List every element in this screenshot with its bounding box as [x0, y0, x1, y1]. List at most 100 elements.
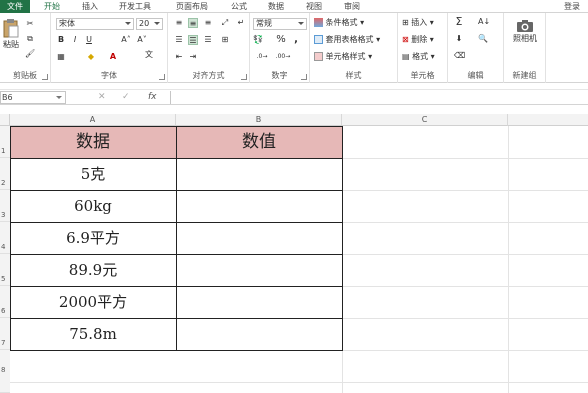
- tab-insert[interactable]: 插入: [82, 0, 98, 13]
- decrease-decimal-icon[interactable]: .00→: [274, 52, 292, 62]
- row-header-7[interactable]: 7: [0, 318, 10, 350]
- conditional-format-button[interactable]: 条件格式 ▾: [314, 17, 364, 28]
- camera-button[interactable]: 照相机: [506, 19, 544, 44]
- align-right-icon[interactable]: ☰: [203, 35, 213, 45]
- borders-icon[interactable]: ▦: [56, 52, 66, 62]
- group-number: 常规 💱 % , .0→ .00→ 数字: [250, 13, 310, 83]
- fill-icon[interactable]: ⬇: [454, 34, 464, 44]
- cancel-icon[interactable]: ✕: [98, 92, 106, 102]
- paste-button[interactable]: 粘贴: [1, 19, 21, 61]
- bold-icon[interactable]: B: [56, 35, 66, 45]
- format-as-table-label: 套用表格格式: [325, 35, 374, 44]
- clear-icon[interactable]: ⌫: [454, 51, 465, 61]
- select-all-corner[interactable]: [0, 114, 10, 126]
- cell-b2[interactable]: [176, 158, 342, 190]
- format-painter-icon[interactable]: 🖌: [25, 49, 35, 59]
- group-font: 宋体 20 B I U A˄ A˅ ▦ ◆ A 文 字体: [51, 13, 168, 83]
- conditional-format-label: 条件格式: [325, 18, 358, 27]
- orientation-icon[interactable]: ⤢: [220, 18, 230, 28]
- increase-font-icon[interactable]: A˄: [121, 35, 131, 45]
- cell-b3[interactable]: [176, 190, 342, 222]
- cell-b7[interactable]: [176, 318, 342, 350]
- comma-button[interactable]: ,: [291, 35, 301, 45]
- font-size-select[interactable]: 20: [136, 18, 163, 30]
- delete-cells-button[interactable]: ⊠ 删除 ▾: [402, 34, 434, 45]
- decrease-font-icon[interactable]: A˅: [137, 35, 147, 45]
- row-header-8[interactable]: 8: [0, 350, 10, 393]
- row-header-1[interactable]: 1: [0, 126, 10, 158]
- sort-filter-icon[interactable]: A↓: [478, 17, 490, 27]
- header-cell-data[interactable]: 数据: [10, 126, 176, 158]
- tab-file[interactable]: 文件: [0, 0, 30, 13]
- insert-function-button[interactable]: fx: [148, 92, 157, 102]
- merge-center-icon[interactable]: ⊞: [220, 35, 230, 45]
- font-color-icon[interactable]: A: [108, 52, 118, 62]
- font-name-select[interactable]: 宋体: [56, 18, 134, 30]
- new-group-label: 新建组: [512, 71, 537, 80]
- editing-group-label: 编辑: [467, 71, 484, 80]
- increase-indent-icon[interactable]: ⇥: [188, 52, 198, 62]
- row-header-6[interactable]: 6: [0, 286, 10, 318]
- number-format-select[interactable]: 常规: [253, 18, 307, 30]
- cell-b4[interactable]: [176, 222, 342, 254]
- autosum-icon[interactable]: Σ: [454, 16, 464, 27]
- row-header-4[interactable]: 4: [0, 222, 10, 254]
- column-header-c[interactable]: C: [342, 114, 508, 126]
- clipboard-launcher-icon[interactable]: [42, 74, 48, 80]
- cell-a3[interactable]: 60kg: [10, 190, 176, 222]
- percent-button[interactable]: %: [276, 35, 286, 45]
- row-header-2[interactable]: 2: [0, 158, 10, 190]
- align-bottom-icon[interactable]: ≡: [203, 18, 213, 28]
- cell-a7[interactable]: 75.8m: [10, 318, 176, 350]
- insert-cells-button[interactable]: ⊞ 插入 ▾: [402, 17, 434, 28]
- tab-home[interactable]: 开始: [44, 0, 60, 13]
- align-left-icon[interactable]: ☰: [174, 35, 184, 45]
- number-launcher-icon[interactable]: [301, 74, 307, 80]
- name-box[interactable]: B6: [0, 91, 66, 104]
- cell-b6[interactable]: [176, 286, 342, 318]
- cell-b5[interactable]: [176, 254, 342, 286]
- header-cell-value[interactable]: 数值: [176, 126, 342, 158]
- delete-cells-icon: ⊠: [402, 35, 409, 44]
- cut-icon[interactable]: ✂: [25, 19, 35, 29]
- currency-icon[interactable]: 💱: [253, 35, 263, 45]
- wrap-text-icon[interactable]: ↵: [236, 18, 246, 28]
- row-header-3[interactable]: 3: [0, 190, 10, 222]
- align-top-icon[interactable]: ≡: [174, 18, 184, 28]
- align-center-icon[interactable]: ☰: [188, 35, 198, 45]
- format-as-table-button[interactable]: 套用表格格式 ▾: [314, 34, 380, 45]
- formula-input[interactable]: [170, 91, 588, 104]
- tab-developer[interactable]: 开发工具: [119, 0, 151, 13]
- find-select-icon[interactable]: 🔍: [478, 34, 488, 44]
- tab-data[interactable]: 数据: [268, 0, 284, 13]
- cell-a4[interactable]: 6.9平方: [10, 222, 176, 254]
- ribbon: 粘贴 ✂ ⧉ 🖌 剪贴板 宋体 20 B I U A˄ A˅ ▦ ◆ A 文 字…: [0, 13, 588, 83]
- fill-color-icon[interactable]: ◆: [86, 52, 96, 62]
- tab-view[interactable]: 视图: [306, 0, 322, 13]
- enter-icon[interactable]: ✓: [122, 92, 130, 102]
- alignment-launcher-icon[interactable]: [241, 74, 247, 80]
- cell-a5[interactable]: 89.9元: [10, 254, 176, 286]
- underline-icon[interactable]: U: [84, 35, 94, 45]
- decrease-indent-icon[interactable]: ⇤: [174, 52, 184, 62]
- copy-icon[interactable]: ⧉: [25, 34, 35, 44]
- column-header-a[interactable]: A: [10, 114, 176, 126]
- increase-decimal-icon[interactable]: .0→: [253, 52, 271, 62]
- column-header-d[interactable]: [508, 114, 588, 126]
- format-cells-button[interactable]: ▤ 格式 ▾: [402, 51, 435, 62]
- align-middle-icon[interactable]: ≡: [188, 18, 198, 28]
- tab-review[interactable]: 审阅: [344, 0, 360, 13]
- cell-a6[interactable]: 2000平方: [10, 286, 176, 318]
- column-header-b[interactable]: B: [176, 114, 342, 126]
- tab-formulas[interactable]: 公式: [231, 0, 247, 13]
- phonetic-icon[interactable]: 文: [144, 50, 154, 60]
- cell-a2[interactable]: 5克: [10, 158, 176, 190]
- cell-styles-button[interactable]: 单元格样式 ▾: [314, 51, 372, 62]
- font-launcher-icon[interactable]: [159, 74, 165, 80]
- italic-icon[interactable]: I: [70, 35, 80, 45]
- table-border: [342, 126, 343, 351]
- row-header-5[interactable]: 5: [0, 254, 10, 286]
- login-link[interactable]: 登录: [564, 0, 580, 13]
- tab-page-layout[interactable]: 页面布局: [176, 0, 208, 13]
- number-format-value: 常规: [256, 19, 272, 28]
